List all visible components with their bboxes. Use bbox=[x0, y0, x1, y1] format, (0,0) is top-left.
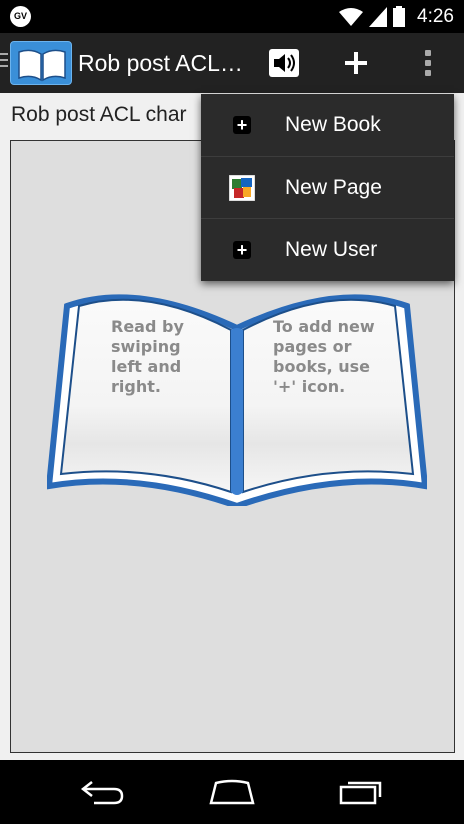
back-icon bbox=[80, 781, 124, 805]
book-title-heading: Rob post ACL char bbox=[11, 103, 187, 126]
speaker-button[interactable] bbox=[254, 33, 314, 93]
status-icons: 4:26 bbox=[339, 0, 454, 33]
plus-icon bbox=[345, 52, 367, 74]
plus-box-icon: + bbox=[229, 237, 255, 263]
menu-item-label: New Page bbox=[285, 175, 382, 199]
signal-icon bbox=[369, 6, 388, 27]
battery-icon bbox=[393, 6, 406, 27]
recent-apps-button[interactable] bbox=[331, 770, 391, 814]
overflow-dot bbox=[425, 60, 431, 66]
status-time: 4:26 bbox=[417, 5, 454, 27]
menu-item-new-page[interactable]: New Page bbox=[201, 156, 454, 218]
menu-item-label: New User bbox=[285, 237, 378, 261]
drawer-indicator-icon[interactable] bbox=[0, 53, 8, 73]
overflow-dot bbox=[425, 70, 431, 76]
menu-item-label: New Book bbox=[285, 113, 381, 136]
action-bar: Rob post ACL… bbox=[0, 33, 464, 93]
overflow-dot bbox=[425, 50, 431, 56]
screen: GV 4:26 Rob post ACL… Rob post ACL char … bbox=[0, 0, 464, 824]
recent-apps-icon bbox=[339, 781, 382, 805]
right-page-instruction: To add new pages or books, use '+' icon. bbox=[273, 317, 375, 396]
overflow-dropdown-menu: + New Book New Page + New User bbox=[201, 94, 454, 281]
plus-box-icon: + bbox=[229, 112, 255, 138]
action-bar-title[interactable]: Rob post ACL… bbox=[78, 33, 243, 93]
home-button[interactable] bbox=[202, 770, 262, 814]
wifi-icon bbox=[339, 7, 364, 26]
status-bar: GV 4:26 bbox=[0, 0, 464, 33]
overflow-menu-button[interactable] bbox=[398, 33, 458, 93]
left-page-instruction: Read by swiping left and right. bbox=[111, 317, 184, 396]
gv-badge-icon: GV bbox=[10, 6, 31, 27]
menu-item-new-book[interactable]: + New Book bbox=[201, 94, 454, 156]
home-icon bbox=[209, 779, 255, 805]
system-nav-bar bbox=[0, 760, 464, 824]
photo-icon bbox=[229, 175, 255, 201]
app-book-logo-icon[interactable] bbox=[10, 41, 72, 85]
back-button[interactable] bbox=[73, 770, 133, 814]
menu-item-new-user[interactable]: + New User bbox=[201, 218, 454, 280]
speaker-icon bbox=[269, 49, 299, 77]
add-button[interactable] bbox=[326, 33, 386, 93]
